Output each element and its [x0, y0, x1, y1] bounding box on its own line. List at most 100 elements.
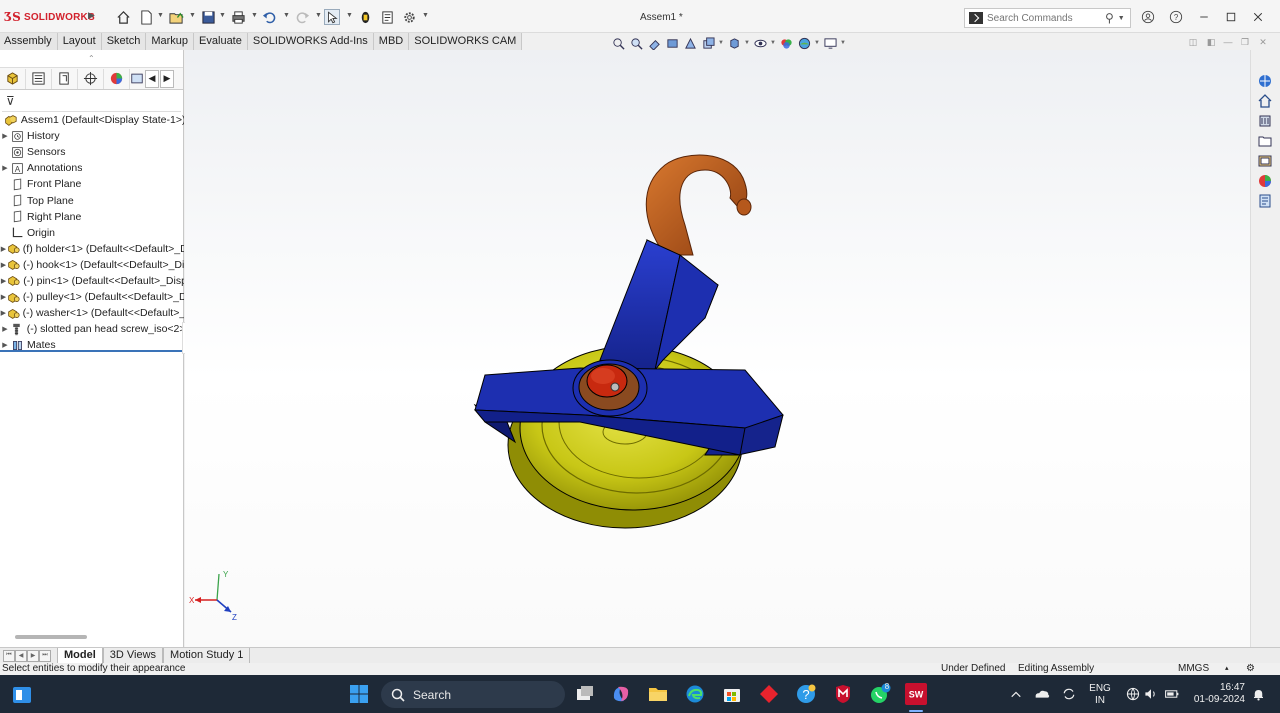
panel-grip-icon[interactable]: ⌃	[88, 54, 95, 63]
view-orientation-icon[interactable]	[700, 36, 716, 50]
menu-expand-icon[interactable]: ▶	[88, 10, 95, 21]
edit-appearance-icon[interactable]	[778, 36, 794, 50]
minimize-icon[interactable]	[1194, 8, 1214, 26]
chevron-down-icon[interactable]: ▼	[346, 12, 353, 19]
tab-cam[interactable]: SOLIDWORKS CAM	[409, 33, 523, 50]
display-manager-tab[interactable]	[104, 68, 130, 89]
tab-layout[interactable]: Layout	[57, 33, 102, 50]
battery-icon[interactable]	[1161, 683, 1183, 705]
expand-icon[interactable]: ▶	[0, 245, 7, 253]
task-view-icon[interactable]	[574, 683, 596, 705]
chevron-up-icon[interactable]	[1005, 684, 1027, 706]
dynamic-annotation-icon[interactable]	[682, 36, 698, 50]
user-account-icon[interactable]	[1138, 8, 1158, 26]
appearances-icon[interactable]	[1256, 172, 1274, 190]
pulley-assembly-model[interactable]	[185, 50, 1250, 647]
chevron-down-icon[interactable]: ▼	[840, 40, 846, 46]
tab-markup[interactable]: Markup	[146, 33, 195, 50]
onedrive-icon[interactable]	[1031, 683, 1053, 705]
start-icon[interactable]	[348, 683, 370, 705]
search-commands-box[interactable]: ⚲ ▼	[964, 8, 1131, 28]
configuration-manager-tab[interactable]	[52, 68, 78, 89]
tree-item-top-plane[interactable]: Top Plane	[0, 192, 184, 208]
maximize-icon[interactable]	[1221, 8, 1241, 26]
tree-item-front-plane[interactable]: Front Plane	[0, 176, 184, 192]
solidworks-taskbar-icon[interactable]: SW	[905, 683, 927, 705]
file-explorer-icon[interactable]	[647, 683, 669, 705]
tree-filter[interactable]: ⊽	[2, 90, 181, 112]
graphics-area[interactable]: Y X Z	[185, 50, 1250, 647]
open-icon[interactable]	[168, 9, 184, 25]
expand-icon[interactable]: ▶	[0, 277, 7, 285]
chevron-down-icon[interactable]: ▼	[157, 12, 164, 19]
view-palette-icon[interactable]	[1256, 152, 1274, 170]
tree-item-history[interactable]: ▶ History	[0, 128, 184, 144]
new-document-icon[interactable]	[138, 9, 154, 25]
rebuild-icon[interactable]	[357, 9, 373, 25]
chevron-down-icon[interactable]: ▼	[189, 12, 196, 19]
tab-assembly[interactable]: Assembly	[0, 33, 58, 50]
chevron-down-icon[interactable]: ▼	[744, 40, 750, 46]
solidworks-resources-icon[interactable]	[1256, 72, 1274, 90]
doc-minimize-icon[interactable]: —	[1222, 37, 1234, 47]
tab-addins[interactable]: SOLIDWORKS Add-Ins	[247, 33, 374, 50]
expand-icon[interactable]: ▶	[0, 164, 10, 172]
tab-sketch[interactable]: Sketch	[101, 33, 147, 50]
chevron-down-icon[interactable]: ▼	[814, 40, 820, 46]
dimxpert-manager-tab[interactable]	[78, 68, 104, 89]
tile-view-icon[interactable]: ◧	[1205, 37, 1217, 47]
solidworks-logo[interactable]: ƷS SOLIDWORKS	[4, 9, 95, 25]
print-icon[interactable]	[230, 9, 246, 25]
custom-properties-icon[interactable]	[1256, 192, 1274, 210]
volume-icon[interactable]	[1140, 683, 1162, 705]
tree-root-assembly[interactable]: Assem1 (Default<Display State-1>)	[0, 112, 184, 128]
tab-model[interactable]: Model	[57, 647, 103, 664]
file-properties-icon[interactable]	[379, 9, 395, 25]
tab-mbd[interactable]: MBD	[373, 33, 410, 50]
tree-item-pulley[interactable]: ▶ (-) pulley<1> (Default<<Default>_Displ…	[0, 289, 184, 305]
expand-icon[interactable]: ▶	[0, 325, 10, 333]
tree-item-pin[interactable]: ▶ (-) pin<1> (Default<<Default>_Display …	[0, 273, 184, 289]
taskbar-search[interactable]: Search	[381, 681, 565, 708]
zoom-to-fit-icon[interactable]	[610, 36, 626, 50]
clock[interactable]: 16:47 01-09-2024	[1187, 682, 1247, 706]
chevron-down-icon[interactable]: ▼	[770, 40, 776, 46]
feature-manager-tab[interactable]	[0, 68, 26, 89]
unit-system-button[interactable]: MMGS	[1178, 663, 1209, 675]
tree-item-holder[interactable]: ▶ (f) holder<1> (Default<<Default>_Displ…	[0, 241, 184, 257]
undo-icon[interactable]	[261, 9, 277, 25]
expand-icon[interactable]: ▶	[0, 132, 10, 140]
tree-item-annotations[interactable]: ▶ A Annotations	[0, 160, 184, 176]
chevron-up-icon[interactable]: ▴	[1225, 663, 1229, 675]
property-manager-tab[interactable]	[26, 68, 52, 89]
notifications-icon[interactable]	[1247, 683, 1269, 705]
chevron-down-icon[interactable]: ▼	[219, 12, 226, 19]
doc-close-icon[interactable]: ✕	[1257, 37, 1269, 47]
restore-view-icon[interactable]: ◫	[1187, 37, 1199, 47]
microsoft-store-icon[interactable]	[721, 683, 743, 705]
doc-restore-icon[interactable]: ❐	[1239, 37, 1251, 47]
apply-scene-icon[interactable]	[796, 36, 812, 50]
pin-part[interactable]	[572, 359, 648, 417]
tabs-scroll-right-icon[interactable]: ▶	[160, 69, 174, 88]
display-style-icon[interactable]	[726, 36, 742, 50]
edge-browser-icon[interactable]	[684, 683, 706, 705]
options-icon[interactable]	[401, 9, 417, 25]
last-tab-icon[interactable]: ⏭	[39, 649, 51, 662]
widgets-icon[interactable]	[11, 684, 33, 706]
expand-icon[interactable]: ▶	[0, 261, 7, 269]
previous-tab-icon[interactable]: ◀	[15, 649, 27, 662]
search-input[interactable]	[987, 12, 1105, 24]
tab-3d-views[interactable]: 3D Views	[102, 647, 164, 664]
tree-item-sensors[interactable]: Sensors	[0, 144, 184, 160]
home-icon[interactable]	[115, 9, 131, 25]
tab-evaluate[interactable]: Evaluate	[194, 33, 248, 50]
mcafee-icon[interactable]	[832, 683, 854, 705]
home-icon[interactable]	[1256, 92, 1274, 110]
zoom-to-area-icon[interactable]	[628, 36, 644, 50]
chevron-down-icon[interactable]: ▼	[718, 40, 724, 46]
redo-icon[interactable]	[294, 9, 310, 25]
tree-item-right-plane[interactable]: Right Plane	[0, 209, 184, 225]
design-library-icon[interactable]	[1256, 112, 1274, 130]
tree-item-screw[interactable]: ▶ (-) slotted pan head screw_iso<2>	[0, 321, 184, 337]
